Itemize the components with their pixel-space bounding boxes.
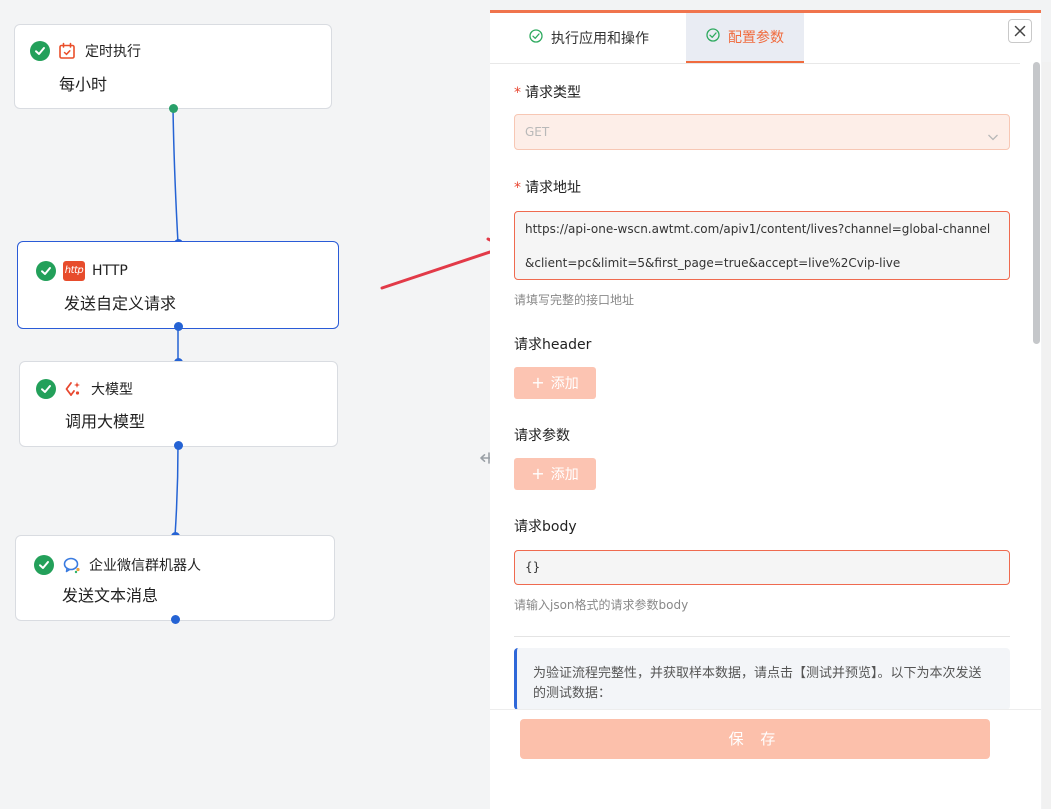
connector-handle[interactable] bbox=[174, 441, 183, 450]
request-type-value: GET bbox=[525, 125, 550, 139]
tab-label: 配置参数 bbox=[728, 30, 784, 46]
add-param-label: 添加 bbox=[550, 467, 579, 483]
calendar-icon bbox=[58, 42, 76, 60]
add-header-label: 添加 bbox=[550, 376, 579, 392]
http-icon: http bbox=[63, 261, 85, 281]
required-mark: * bbox=[514, 85, 521, 101]
request-body-input[interactable]: {} bbox=[514, 550, 1010, 585]
config-panel: 执行应用和操作 配置参数 * 请求类型 GET * 请求地址 https://a… bbox=[490, 10, 1041, 809]
request-url-label: * 请求地址 bbox=[514, 180, 581, 196]
required-mark: * bbox=[514, 180, 521, 196]
check-circle-icon bbox=[529, 29, 543, 47]
workflow-canvas[interactable]: 定时执行 每小时 http HTTP 发送自定义请求 大模型 调用大模型 企业微… bbox=[0, 0, 498, 809]
check-circle-icon bbox=[706, 28, 720, 46]
request-url-hint: 请填写完整的接口地址 bbox=[514, 293, 635, 307]
close-button[interactable] bbox=[1008, 19, 1032, 43]
connector-handle[interactable] bbox=[171, 615, 180, 624]
request-type-label: * 请求类型 bbox=[514, 85, 581, 101]
check-icon bbox=[36, 261, 56, 281]
tab-execute-app[interactable]: 执行应用和操作 bbox=[514, 13, 694, 63]
node-subtitle: 发送自定义请求 bbox=[64, 294, 177, 313]
panel-tabs: 执行应用和操作 配置参数 bbox=[490, 13, 1020, 64]
plus-icon: + bbox=[531, 373, 545, 392]
connector-handle[interactable] bbox=[174, 322, 183, 331]
request-url-input[interactable]: https://api-one-wscn.awtmt.com/apiv1/con… bbox=[514, 211, 1010, 280]
request-params-label: 请求参数 bbox=[514, 428, 570, 444]
plus-icon: + bbox=[531, 464, 545, 483]
connector-handle[interactable] bbox=[169, 104, 178, 113]
chat-bubble-icon bbox=[63, 556, 81, 574]
request-header-label: 请求header bbox=[514, 337, 592, 353]
chevron-down-icon bbox=[987, 127, 999, 146]
check-icon bbox=[34, 555, 54, 575]
scrollbar-thumb[interactable] bbox=[1033, 62, 1040, 344]
check-icon bbox=[30, 41, 50, 61]
workflow-node-wecom-bot[interactable]: 企业微信群机器人 发送文本消息 bbox=[15, 535, 335, 621]
workflow-node-timer[interactable]: 定时执行 每小时 bbox=[14, 24, 332, 109]
request-body-label: 请求body bbox=[514, 519, 577, 535]
node-title: 大模型 bbox=[91, 382, 133, 398]
node-subtitle: 调用大模型 bbox=[65, 412, 146, 431]
section-divider bbox=[514, 636, 1010, 637]
panel-footer: 保 存 bbox=[490, 709, 1041, 809]
tab-label: 执行应用和操作 bbox=[551, 31, 649, 47]
node-title: 定时执行 bbox=[85, 44, 141, 60]
annotation-arrow bbox=[380, 237, 490, 290]
sparkle-icon bbox=[64, 380, 82, 398]
close-icon bbox=[1014, 25, 1026, 37]
add-param-button[interactable]: + 添加 bbox=[514, 458, 596, 490]
request-body-hint: 请输入json格式的请求参数body bbox=[514, 598, 689, 612]
scrollbar-track[interactable] bbox=[1042, 62, 1051, 809]
check-icon bbox=[36, 379, 56, 399]
app-root: 定时执行 每小时 http HTTP 发送自定义请求 大模型 调用大模型 企业微… bbox=[0, 0, 1051, 809]
node-subtitle: 每小时 bbox=[59, 75, 108, 94]
request-type-select[interactable]: GET bbox=[514, 114, 1010, 150]
node-title: HTTP bbox=[92, 263, 128, 279]
test-info-notice: 为验证流程完整性，并获取样本数据，请点击【测试并预览】。以下为本次发送的测试数据… bbox=[514, 648, 1010, 710]
workflow-node-llm[interactable]: 大模型 调用大模型 bbox=[19, 361, 338, 447]
add-header-button[interactable]: + 添加 bbox=[514, 367, 596, 399]
save-button[interactable]: 保 存 bbox=[520, 719, 990, 759]
tab-config-params[interactable]: 配置参数 bbox=[686, 13, 804, 63]
node-subtitle: 发送文本消息 bbox=[62, 586, 159, 605]
workflow-node-http[interactable]: http HTTP 发送自定义请求 bbox=[17, 241, 339, 329]
node-title: 企业微信群机器人 bbox=[89, 558, 201, 574]
